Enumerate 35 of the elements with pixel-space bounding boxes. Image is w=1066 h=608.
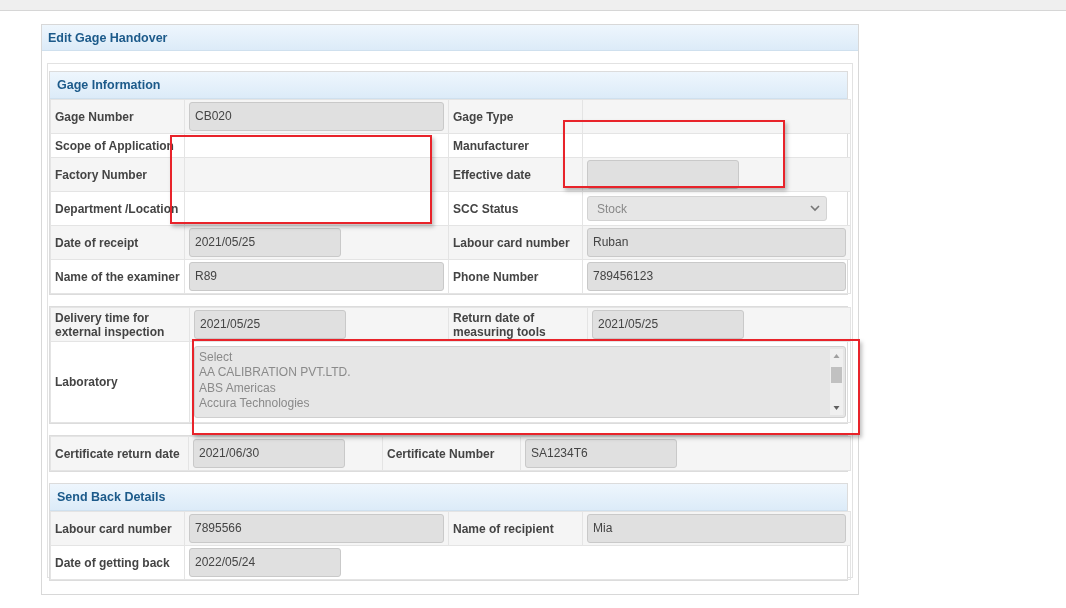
- section-header: Send Back Details: [50, 484, 847, 511]
- input-field[interactable]: 2021/05/25: [592, 310, 744, 339]
- field-label: Certificate Number: [382, 436, 521, 471]
- field-label: Manufacturer: [448, 133, 583, 158]
- section-header: Edit Gage Handover: [42, 25, 858, 51]
- field-label: Delivery time for external inspection: [50, 307, 190, 342]
- field-label: Gage Number: [50, 99, 185, 134]
- field-label: SCC Status: [448, 191, 583, 226]
- input-field[interactable]: 789456123: [587, 262, 846, 291]
- input-field[interactable]: 2021/06/30: [193, 439, 345, 468]
- input-field[interactable]: [587, 160, 739, 189]
- field-label: Certificate return date: [50, 436, 189, 471]
- input-field[interactable]: Mia: [587, 514, 846, 543]
- input-field[interactable]: 2021/05/25: [189, 228, 341, 257]
- field-label: Gage Type: [448, 99, 583, 134]
- field-label: Laboratory: [50, 341, 190, 423]
- input-field[interactable]: SA1234T6: [525, 439, 677, 468]
- field-label: Phone Number: [448, 259, 583, 294]
- input-field[interactable]: 2021/05/25: [194, 310, 346, 339]
- field-label: Date of getting back: [50, 545, 185, 580]
- field-label: Date of receipt: [50, 225, 185, 260]
- field-label: Name of recipient: [448, 511, 583, 546]
- field-label: Labour card number: [50, 511, 185, 546]
- field-label: Name of the examiner: [50, 259, 185, 294]
- section-header: Gage Information: [50, 72, 847, 99]
- field-label: Factory Number: [50, 157, 185, 192]
- input-field[interactable]: CB020: [189, 102, 444, 131]
- input-field[interactable]: R89: [189, 262, 444, 291]
- input-field[interactable]: 7895566: [189, 514, 444, 543]
- input-field[interactable]: 2022/05/24: [189, 548, 341, 577]
- field-label: Labour card number: [448, 225, 583, 260]
- field-label: Effective date: [448, 157, 583, 192]
- input-field[interactable]: Ruban: [587, 228, 846, 257]
- chevron-down-icon: [810, 205, 820, 212]
- field-label: Return date of measuring tools: [448, 307, 588, 342]
